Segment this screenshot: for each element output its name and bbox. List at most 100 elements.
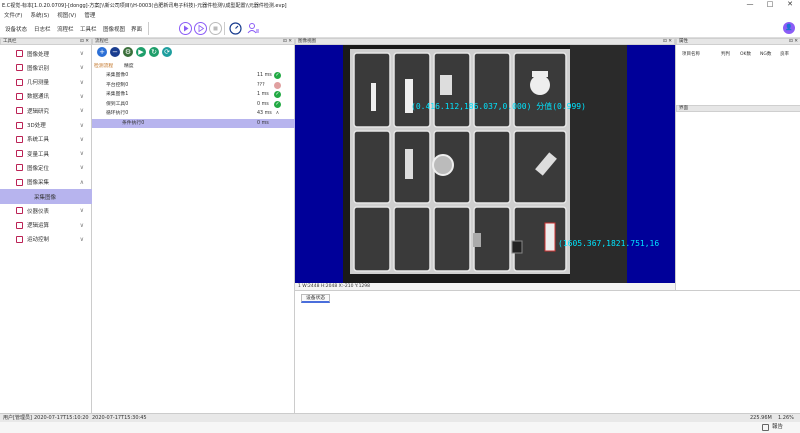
tool-item-label: 采集图像 [34, 194, 57, 201]
process-row[interactable]: 保到工具0 0 ms ✓ [92, 100, 295, 109]
process-row-time: ??? [257, 82, 265, 88]
chevron-icon[interactable]: ∨ [80, 164, 84, 171]
tab-device-status[interactable]: 设备状态 [301, 294, 331, 303]
chevron-icon[interactable]: ∨ [80, 79, 84, 86]
chevron-icon[interactable]: ∨ [80, 93, 84, 100]
panel-pin-icon[interactable]: ⊡ ✕ [663, 39, 672, 44]
maximize-button[interactable]: □ [760, 0, 780, 10]
tool-category-icon [16, 150, 23, 158]
chevron-icon[interactable]: ∨ [80, 222, 84, 229]
process-row-name: 平台控制0 [106, 82, 129, 88]
chevron-icon[interactable]: ∨ [80, 150, 84, 157]
col-item-name: 项目名称 [682, 52, 700, 57]
minimize-button[interactable]: — [740, 0, 760, 10]
toolbar-image-view[interactable]: 图像视图 [103, 25, 125, 33]
chevron-icon[interactable]: ∨ [80, 122, 84, 129]
image-view-header: 图像视图 ⊡ ✕ [295, 38, 675, 45]
stop-icon [208, 21, 222, 35]
properties-header: 属性 ⊡ ✕ [676, 38, 800, 45]
user-search-button[interactable] [246, 21, 260, 35]
tool-item[interactable]: 图像采集 ∧ [0, 175, 92, 190]
run-loop-button[interactable] [193, 21, 207, 35]
remove-icon[interactable]: − [110, 47, 120, 57]
stop-button[interactable] [208, 21, 222, 35]
process-row[interactable]: 平台控制0??? [92, 81, 295, 90]
menu-bar: 文件(F) 系统(S) 视图(V) 管理 [0, 10, 800, 19]
match-overlay-2: (1605.367,1821.751,16 [558, 239, 659, 248]
tab-precision[interactable]: 精度 [124, 62, 134, 69]
close-button[interactable]: ✕ [780, 0, 800, 10]
process-panel-header: 流程栏 ⊡ ✕ [92, 38, 295, 45]
tool-item-label: 图像采集 [27, 180, 50, 187]
process-row[interactable]: 采集图像0 11 ms ✓ [92, 71, 295, 80]
toolbar-ui[interactable]: 界面 [131, 25, 142, 33]
tool-item[interactable]: 逻辑运算 ∨ [0, 218, 92, 233]
tool-item[interactable]: 仪器仪表 ∨ [0, 203, 92, 218]
chevron-icon[interactable]: ∨ [80, 50, 84, 57]
menu-manage[interactable]: 管理 [84, 11, 95, 19]
status-icon: ✓ [274, 100, 281, 108]
play-icon [178, 21, 192, 35]
tool-item-label: 运动控制 [27, 237, 50, 244]
window-titlebar: E.C视觉-标本[1.0.20.0709]-[dongg]-方案[\\新公司项目… [0, 0, 800, 10]
tool-item[interactable]: 3D处理 ∨ [0, 118, 92, 133]
panel-pin-icon[interactable]: ⊡ ✕ [283, 39, 292, 44]
menu-system[interactable]: 系统(S) [30, 11, 49, 19]
tool-item[interactable]: 几何测量 ∨ [0, 75, 92, 90]
status-time-1: 2020-07-17T15:10:20 [34, 415, 89, 421]
tool-item[interactable]: 系统工具 ∨ [0, 132, 92, 147]
tool-item[interactable]: 逻辑研究 ∨ [0, 103, 92, 118]
process-row-name: 循环执行0 [106, 111, 129, 116]
tool-item-label: 系统工具 [27, 137, 50, 144]
speed-button[interactable] [228, 21, 242, 35]
toolbar-tools[interactable]: 工具栏 [80, 25, 97, 33]
add-icon[interactable]: + [97, 47, 107, 57]
tool-category-icon [16, 107, 23, 115]
tool-item[interactable]: 变量工具 ∨ [0, 146, 92, 161]
menu-file[interactable]: 文件(F) [4, 11, 22, 19]
toolbar-log[interactable]: 日志栏 [34, 25, 51, 33]
chevron-icon[interactable]: ∨ [80, 107, 84, 114]
process-row-time: 1 ms [257, 92, 269, 97]
user-avatar[interactable]: 👤 [783, 22, 795, 34]
tab-detect-process[interactable]: 检测流程 [94, 62, 113, 69]
loop-icon[interactable]: ⟳ [162, 47, 172, 57]
play-icon[interactable]: ▶ [136, 47, 146, 57]
image-view-title: 图像视图 [298, 39, 316, 44]
tool-category-icon [16, 135, 23, 143]
tool-item[interactable]: 运动控制 ∨ [0, 232, 92, 247]
menu-view[interactable]: 视图(V) [57, 11, 76, 19]
toolbar-device-status[interactable]: 设备状态 [5, 25, 27, 33]
tool-item[interactable]: 数据通讯 ∨ [0, 89, 92, 104]
device-status-panel: 设备状态 [295, 290, 800, 413]
tool-item[interactable]: 图像处理 ∨ [0, 46, 92, 61]
status-icon: ∧ [274, 110, 281, 117]
process-row[interactable]: 采集图像1 1 ms ✓ [92, 90, 295, 99]
process-row[interactable]: 循环执行0 43 ms ∧ [92, 109, 295, 118]
tool-item-label: 图像处理 [27, 51, 50, 58]
chevron-icon[interactable]: ∨ [80, 64, 84, 71]
process-row-time: 43 ms [257, 111, 272, 116]
refresh-icon[interactable]: ↻ [149, 47, 159, 57]
process-row-name: 条件执行0 [122, 120, 145, 126]
chevron-icon[interactable]: ∧ [80, 179, 84, 186]
chevron-icon[interactable]: ∨ [80, 136, 84, 143]
image-canvas[interactable]: (0.416.112,186.037,0.000) 分值(0.999) (160… [295, 45, 675, 283]
panel-pin-icon[interactable]: ⊡ ✕ [789, 39, 798, 44]
process-panel-title: 流程栏 [95, 39, 109, 44]
chevron-icon[interactable]: ∨ [80, 207, 84, 214]
toolbar-process[interactable]: 流程栏 [57, 25, 74, 33]
tool-item[interactable]: 图像识别 ∨ [0, 60, 92, 75]
chevron-icon[interactable]: ∨ [80, 236, 84, 243]
process-row-name: 保到工具0 [106, 101, 129, 107]
status-time-2: 2020-07-17T15:30:45 [92, 415, 147, 421]
tool-item[interactable]: 图像定位 ∨ [0, 160, 92, 175]
tool-item[interactable]: 采集图像 [0, 189, 92, 204]
process-row-time: 0 ms [257, 120, 269, 126]
run-once-button[interactable] [178, 21, 192, 35]
panel-pin-icon[interactable]: ⊡ ✕ [80, 39, 89, 44]
settings-icon[interactable]: ⚙ [123, 47, 133, 57]
process-row[interactable]: 条件执行0 0 ms [92, 118, 295, 128]
play-loop-icon [193, 21, 207, 35]
report-label[interactable]: 報告 [772, 422, 783, 433]
